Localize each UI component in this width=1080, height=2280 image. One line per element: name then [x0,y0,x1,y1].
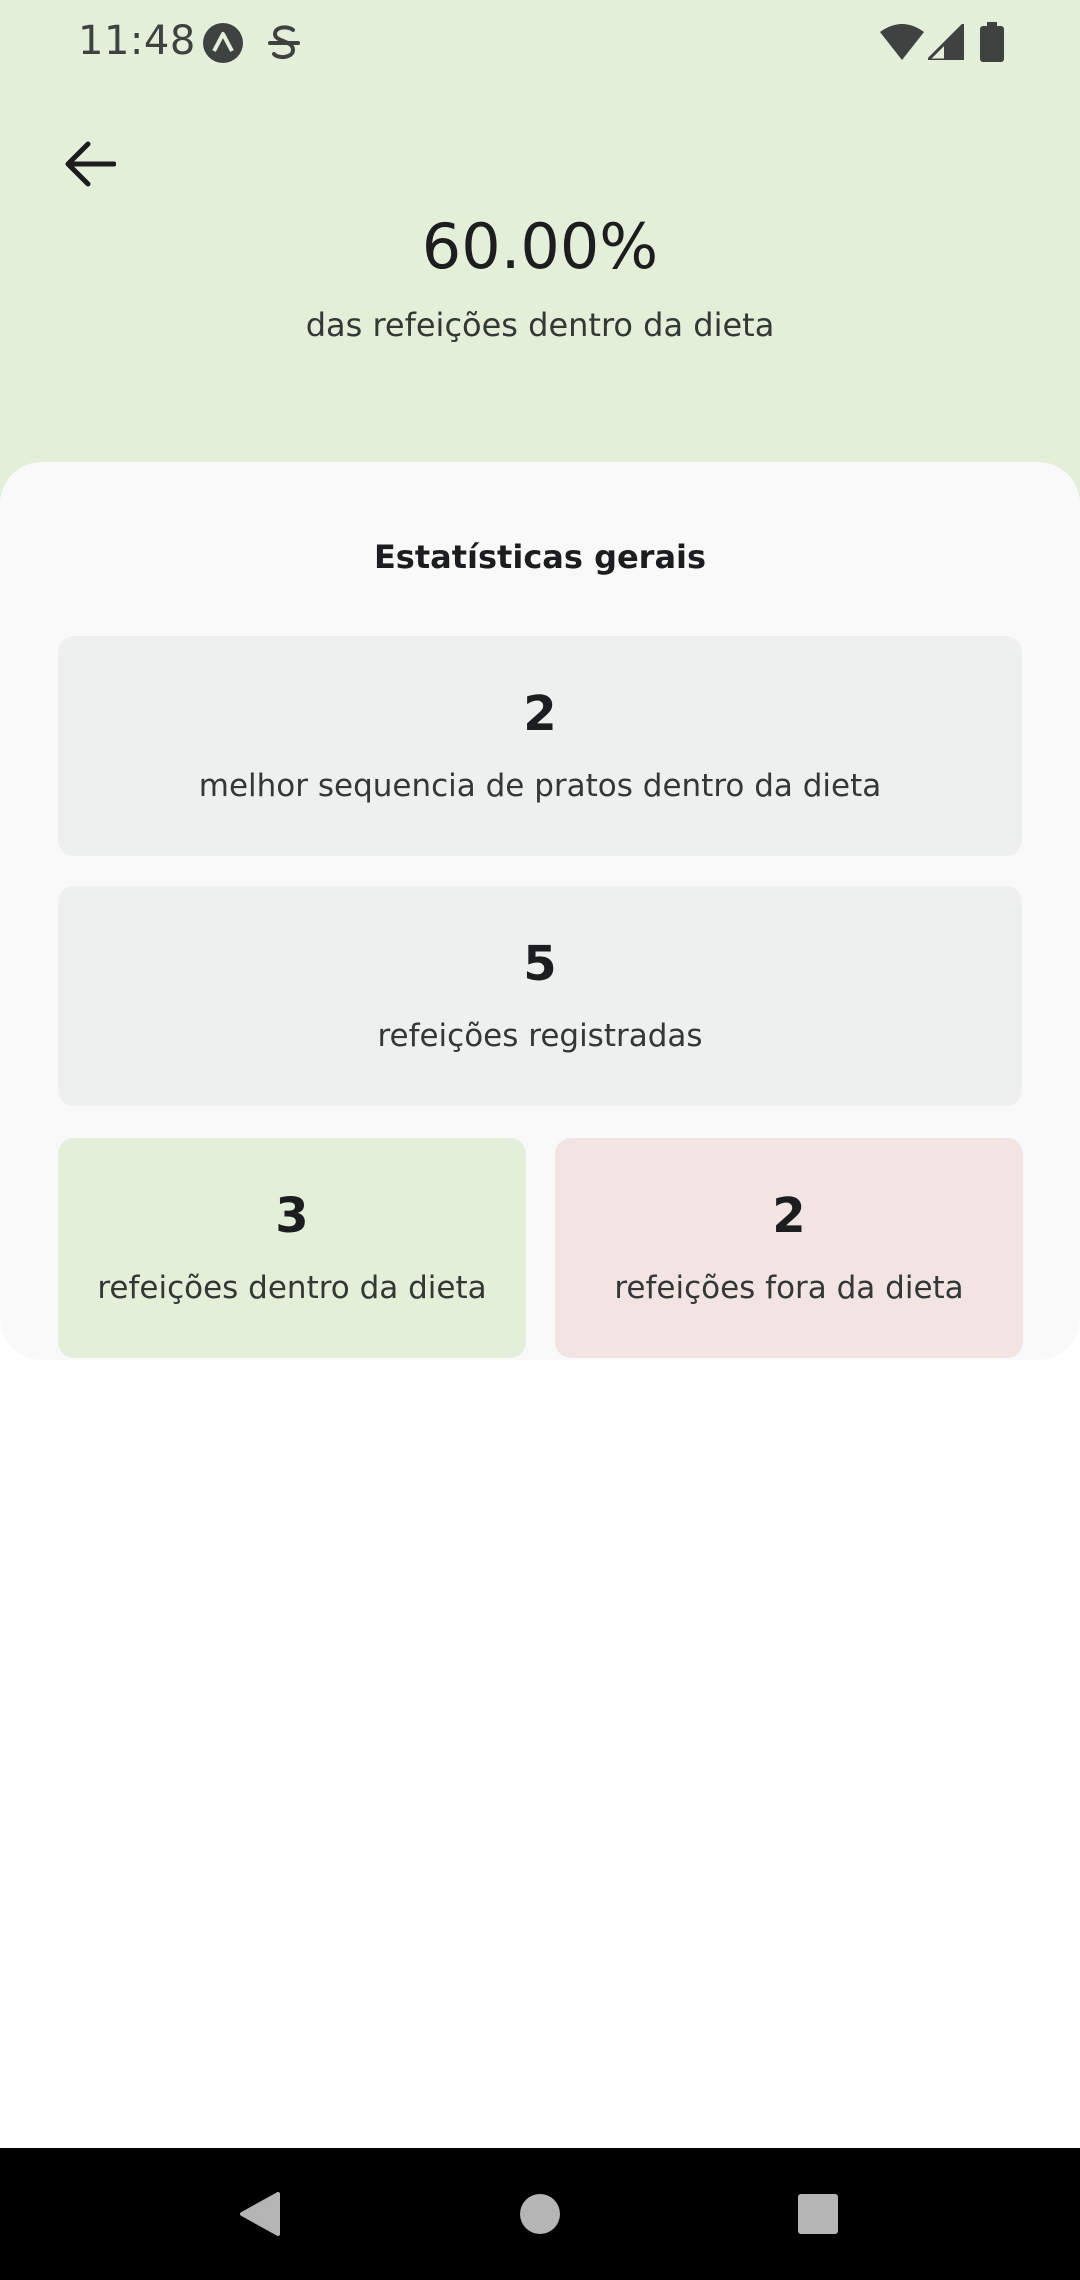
registered-meals-label: refeições registradas [377,1018,703,1054]
stats-sheet: Estatísticas gerais 2 melhor sequencia d… [0,462,1080,1360]
in-diet-label: refeições dentro da dieta [97,1270,487,1306]
status-time: 11:48 [78,18,196,64]
off-diet-card: 2 refeições fora da dieta [555,1138,1023,1358]
best-sequence-label: melhor sequencia de pratos dentro da die… [198,768,882,804]
off-diet-value: 2 [772,1188,806,1244]
back-triangle-icon [240,2192,280,2236]
arrow-back-icon [65,141,116,187]
off-diet-label: refeições fora da dieta [614,1270,964,1306]
status-bar: 11:48 [0,0,1080,88]
battery-icon [980,22,1004,66]
best-sequence-value: 2 [523,686,557,742]
header: 11:48 60.00% das refeições dentro da die… [0,0,1080,520]
wifi-icon [880,24,924,64]
app-s-icon [266,22,302,68]
stats-title: Estatísticas gerais [373,538,707,576]
system-navigation-bar [0,2148,1080,2280]
back-button[interactable] [54,128,126,200]
registered-meals-value: 5 [523,936,557,992]
diet-percentage: 60.00% [421,210,659,283]
recents-square-icon [798,2194,838,2234]
nav-back-button[interactable] [200,2148,320,2280]
in-diet-value: 3 [275,1188,309,1244]
signal-icon [924,20,966,64]
app-a-icon [202,22,244,68]
nav-recents-button[interactable] [758,2148,878,2280]
nav-home-button[interactable] [480,2148,600,2280]
best-sequence-card: 2 melhor sequencia de pratos dentro da d… [58,636,1022,856]
diet-percentage-caption: das refeições dentro da dieta [305,306,775,344]
registered-meals-card: 5 refeições registradas [58,886,1022,1106]
home-circle-icon [520,2194,560,2234]
in-diet-card: 3 refeições dentro da dieta [58,1138,526,1358]
